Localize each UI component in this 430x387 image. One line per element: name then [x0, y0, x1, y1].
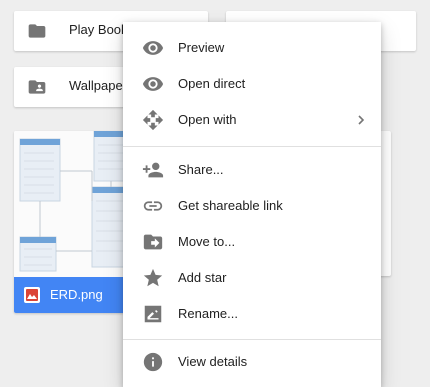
- link-icon: [143, 201, 163, 211]
- menu-item-add-star[interactable]: Add star: [123, 260, 381, 296]
- edit-icon: [144, 305, 162, 323]
- file-thumbnail: [14, 131, 134, 277]
- erd-diagram-thumbnail: [14, 131, 134, 277]
- menu-divider: [123, 146, 381, 147]
- menu-item-label: Open with: [178, 112, 237, 127]
- menu-item-share[interactable]: Share...: [123, 152, 381, 188]
- menu-item-open-direct[interactable]: Open direct: [123, 66, 381, 102]
- menu-item-label: View details: [178, 354, 248, 369]
- menu-item-label: Preview: [178, 40, 225, 55]
- menu-item-label: Move to...: [178, 234, 236, 249]
- eye-icon: [142, 41, 164, 55]
- menu-item-preview[interactable]: Preview: [123, 30, 381, 66]
- info-icon: [143, 352, 163, 372]
- menu-item-label: Share...: [178, 162, 224, 177]
- file-name: ERD.png: [50, 287, 103, 302]
- star-icon: [143, 268, 163, 287]
- image-icon: [24, 287, 40, 303]
- menu-item-move-to[interactable]: Move to...: [123, 224, 381, 260]
- menu-item-rename[interactable]: Rename...: [123, 296, 381, 332]
- menu-item-label: Add star: [178, 270, 227, 285]
- file-card-erd[interactable]: ERD.png: [14, 131, 134, 313]
- folder-icon: [28, 24, 46, 38]
- add-person-icon: [142, 162, 164, 178]
- menu-item-open-with[interactable]: Open with: [123, 102, 381, 138]
- folder-move-icon: [143, 234, 163, 250]
- menu-item-view-details[interactable]: View details: [123, 344, 381, 380]
- eye-icon: [142, 77, 164, 91]
- shared-folder-icon: [28, 80, 46, 94]
- menu-item-label: Get shareable link: [178, 198, 283, 213]
- menu-item-label: Open direct: [178, 76, 246, 91]
- menu-divider: [123, 339, 381, 340]
- context-menu: Preview Open direct Open with Share... G…: [123, 22, 381, 387]
- menu-item-label: Rename...: [178, 306, 238, 321]
- file-name-bar[interactable]: ERD.png: [14, 277, 134, 313]
- menu-item-get-link[interactable]: Get shareable link: [123, 188, 381, 224]
- chevron-right-icon: [358, 115, 365, 125]
- move-arrows-icon: [142, 109, 164, 131]
